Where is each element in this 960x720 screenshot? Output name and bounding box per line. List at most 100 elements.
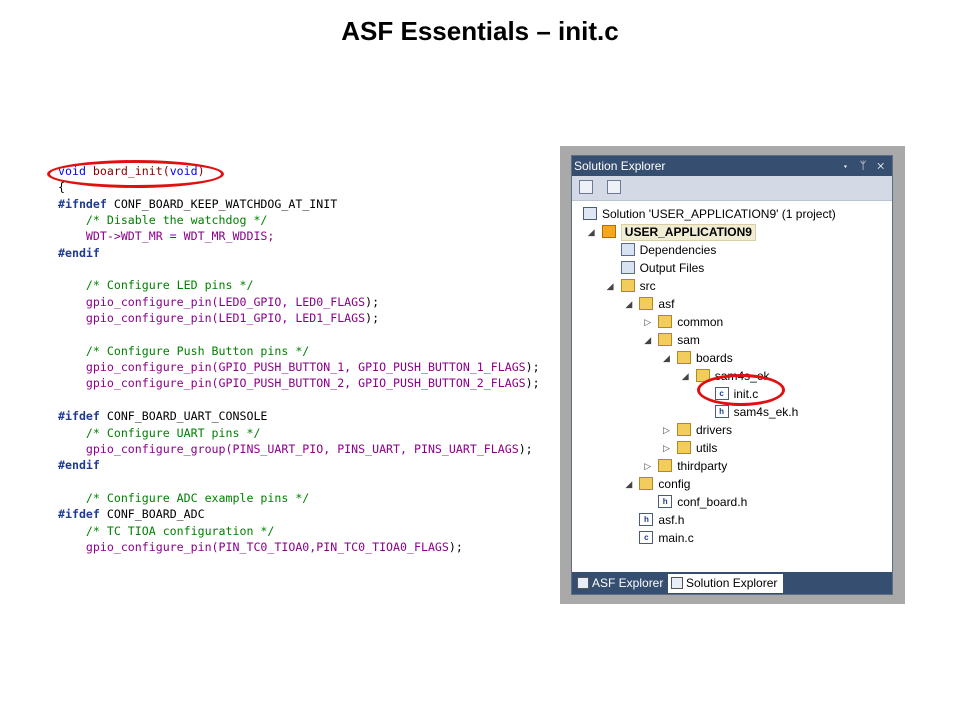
- code-token: );: [525, 376, 540, 391]
- code-token: CONF_BOARD_UART_CONSOLE: [99, 409, 268, 424]
- solution-explorer-icon: [671, 577, 683, 589]
- header-file-icon: h: [714, 405, 729, 418]
- code-token: /* Configure ADC example pins */: [58, 490, 310, 505]
- code-token: /* TC TIOA configuration */: [58, 523, 275, 538]
- code-line: /* Configure Push Button pins */: [58, 343, 540, 359]
- tree-item-label: main.c: [658, 531, 694, 545]
- code-line: WDT->WDT_MR = WDT_MR_WDDIS;: [58, 228, 540, 244]
- code-token: gpio_configure_pin(PIN_TC0_TIOA0,PIN_TC0…: [58, 539, 449, 554]
- show-all-files-icon[interactable]: [607, 180, 621, 194]
- highlight-oval-init-c: [697, 374, 785, 406]
- code-token: WDT->WDT_MR = WDT_MR_WDDIS;: [58, 229, 275, 244]
- tree-item-label: thirdparty: [677, 459, 728, 473]
- collapse-arrow-icon[interactable]: ◢: [607, 277, 617, 295]
- references-icon: [620, 261, 635, 274]
- tree-item-label: boards: [696, 351, 733, 365]
- tree-item-label: asf.h: [658, 513, 685, 527]
- folder-icon: [677, 441, 691, 454]
- code-line: #ifdef CONF_BOARD_ADC: [58, 506, 540, 522]
- code-line: gpio_configure_pin(GPIO_PUSH_BUTTON_1, G…: [58, 359, 540, 375]
- slide-title: ASF Essentials – init.c: [341, 16, 619, 46]
- highlight-oval-board-init: [47, 160, 224, 188]
- code-token: );: [365, 311, 380, 326]
- expand-arrow-icon[interactable]: ▷: [663, 439, 673, 457]
- code-listing: void board_init(void){#ifndef CONF_BOARD…: [58, 163, 540, 555]
- folder-icon: [658, 315, 673, 328]
- code-token: #ifdef: [58, 409, 100, 424]
- code-line: #ifdef CONF_BOARD_UART_CONSOLE: [58, 408, 540, 424]
- code-token: gpio_configure_pin(GPIO_PUSH_BUTTON_1, G…: [58, 360, 526, 375]
- folder-icon: [620, 279, 635, 292]
- folder-icon: [677, 351, 691, 364]
- tab-asf-explorer-label: ASF Explorer: [592, 576, 664, 590]
- code-token: gpio_configure_group(PINS_UART_PIO, PINS…: [58, 441, 519, 456]
- folder-icon: [677, 423, 691, 436]
- code-token: #ifdef: [58, 507, 100, 522]
- collapse-arrow-icon[interactable]: ◢: [625, 475, 635, 493]
- tree-item-label: src: [639, 279, 656, 293]
- code-line: /* Disable the watchdog */: [58, 212, 540, 228]
- code-line: gpio_configure_pin(PIN_TC0_TIOA0,PIN_TC0…: [58, 539, 540, 555]
- code-line: /* Configure LED pins */: [58, 277, 540, 293]
- tree-item-label: Solution 'USER_APPLICATION9' (1 project): [602, 207, 836, 221]
- header-file-icon: h: [658, 495, 673, 508]
- expand-arrow-icon[interactable]: ▷: [644, 313, 654, 331]
- tab-solution-explorer[interactable]: Solution Explorer: [668, 574, 784, 593]
- code-line: gpio_configure_pin(LED1_GPIO, LED1_FLAGS…: [58, 310, 540, 326]
- code-token: /* Disable the watchdog */: [58, 213, 268, 228]
- tree-item-label: sam: [677, 333, 700, 347]
- code-token: LED1_GPIO, LED1_FLAGS: [218, 311, 366, 326]
- code-line: /* Configure ADC example pins */: [58, 490, 540, 506]
- code-token: LED0_GPIO, LED0_FLAGS: [218, 294, 366, 309]
- code-line: gpio_configure_pin(GPIO_PUSH_BUTTON_2, G…: [58, 375, 540, 391]
- code-token: #endif: [58, 458, 100, 473]
- collapse-arrow-icon[interactable]: ◢: [625, 295, 635, 313]
- tab-asf-explorer[interactable]: ASF Explorer: [574, 574, 669, 593]
- titlebar-controls[interactable]: ▾ ᛘ ✕: [842, 156, 888, 176]
- expand-arrow-icon[interactable]: ▷: [663, 421, 673, 439]
- header-file-icon: h: [639, 513, 654, 526]
- tree-item-label: common: [677, 315, 724, 329]
- tree-item-label: utils: [696, 441, 718, 455]
- code-token: /* Configure Push Button pins */: [58, 343, 310, 358]
- tree-item-label: config: [658, 477, 691, 491]
- folder-icon: [658, 333, 673, 346]
- collapse-arrow-icon[interactable]: ◢: [682, 367, 692, 385]
- code-token: );: [518, 441, 533, 456]
- folder-icon: [639, 297, 654, 310]
- asf-explorer-icon: [577, 577, 589, 589]
- collapse-arrow-icon[interactable]: ◢: [588, 223, 598, 241]
- code-line: #ifndef CONF_BOARD_KEEP_WATCHDOG_AT_INIT: [58, 196, 540, 212]
- code-line: #endif: [58, 245, 540, 261]
- solution-explorer-title: Solution Explorer: [574, 159, 666, 173]
- code-token: gpio_configure_pin(: [58, 294, 219, 309]
- code-line: #endif: [58, 457, 540, 473]
- tab-solution-explorer-label: Solution Explorer: [686, 576, 778, 590]
- solution-explorer-toolbar: [572, 176, 892, 201]
- folder-icon: [639, 477, 654, 490]
- code-token: );: [525, 360, 540, 375]
- code-line: /* Configure UART pins */: [58, 425, 540, 441]
- tree-item-label: Dependencies: [639, 243, 717, 257]
- code-token: #ifndef: [58, 196, 107, 211]
- collapse-arrow-icon[interactable]: ◢: [644, 331, 654, 349]
- explorer-tabs: ASF Explorer Solution Explorer: [572, 572, 892, 594]
- project-icon: [601, 225, 616, 238]
- tree-item-label: asf: [658, 297, 675, 311]
- solution-explorer-titlebar: Solution Explorer ▾ ᛘ ✕: [572, 156, 892, 176]
- expand-arrow-icon[interactable]: ▷: [644, 457, 654, 475]
- code-token: #endif: [58, 245, 100, 260]
- tree-item-label: Output Files: [639, 261, 705, 275]
- code-token: );: [365, 294, 380, 309]
- code-line: /* TC TIOA configuration */: [58, 523, 540, 539]
- tree-item-label: drivers: [696, 423, 733, 437]
- collapse-arrow-icon[interactable]: ◢: [663, 349, 673, 367]
- properties-icon[interactable]: [579, 180, 593, 194]
- code-token: CONF_BOARD_ADC: [99, 507, 205, 522]
- code-line: gpio_configure_pin(LED0_GPIO, LED0_FLAGS…: [58, 294, 540, 310]
- references-icon: [620, 243, 635, 256]
